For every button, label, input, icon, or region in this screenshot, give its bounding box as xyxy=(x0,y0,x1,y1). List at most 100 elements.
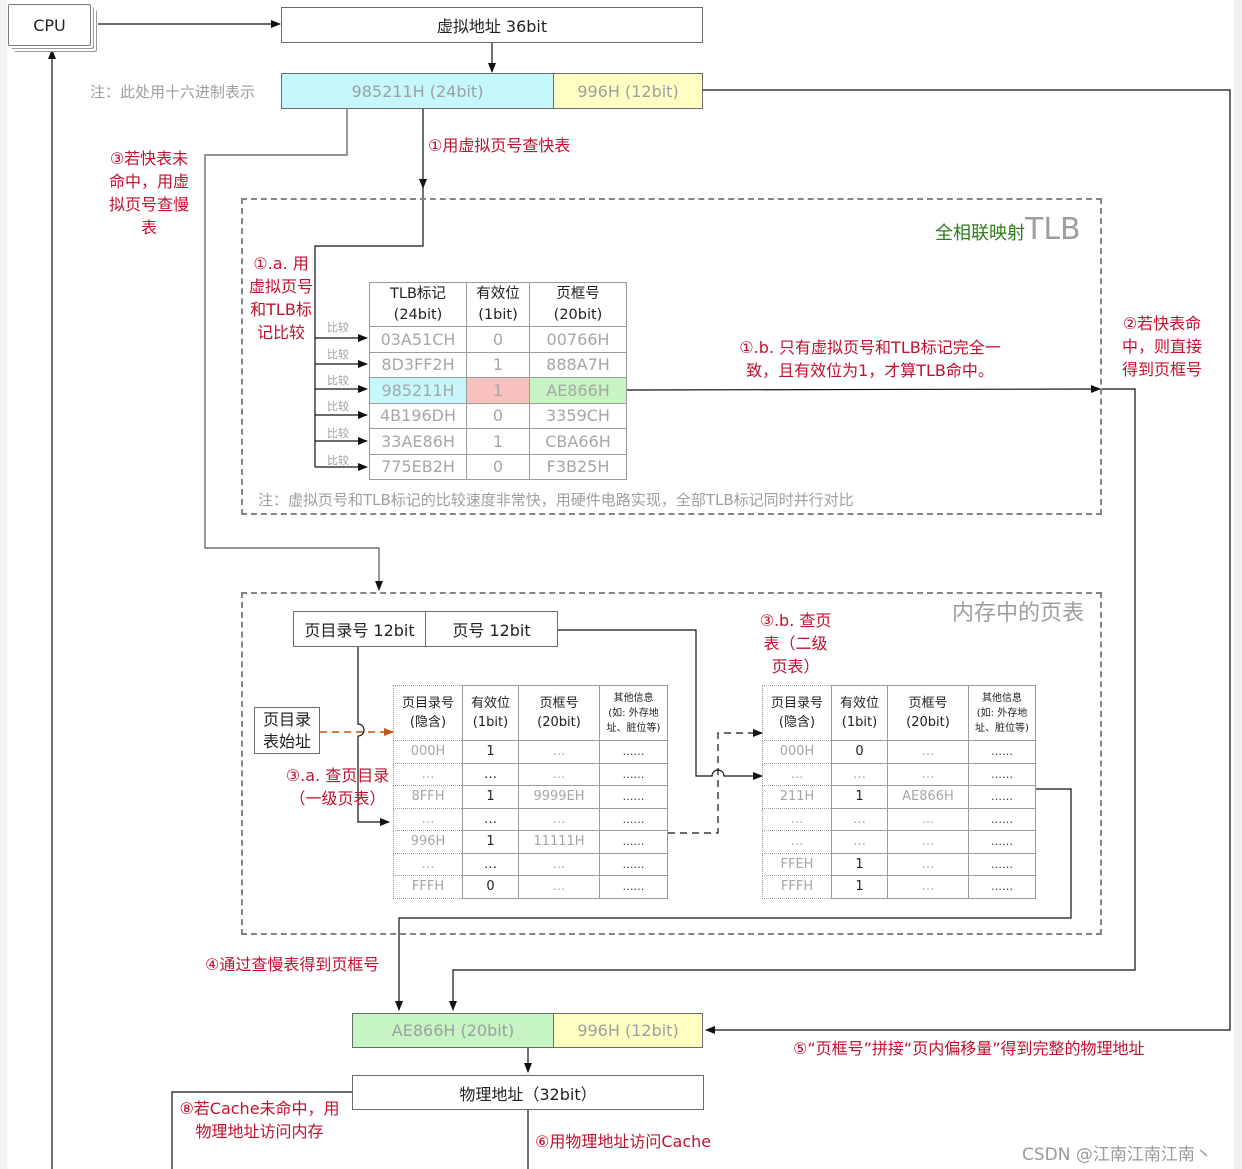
virtual-address-box: 虚拟地址 36bit xyxy=(281,7,703,43)
page-table-title: 内存中的页表 xyxy=(952,601,1085,626)
step3-line: 拟页号查慢 xyxy=(108,195,189,214)
pa-offset-box: 996H (12bit) xyxy=(553,1013,703,1048)
step1-label: ①用虚拟页号查快表 xyxy=(428,136,571,155)
dir-number-box: 页目录号 12bit xyxy=(293,611,426,647)
dir-base-line: 页目录 xyxy=(262,709,311,729)
tlb-header-frame: 页框号 (20bit) xyxy=(529,282,627,327)
step4-label: ④通过查慢表得到页框号 xyxy=(205,955,380,974)
tlb-cell: CBA66H xyxy=(529,428,627,455)
pt-cell: … xyxy=(831,762,888,786)
pt-row: 000H 0……… xyxy=(762,740,1036,764)
step2-line: ②若快表命 xyxy=(1122,314,1202,333)
step8-line: 物理地址访问内存 xyxy=(195,1122,324,1141)
tlb-row: 4B196DH 0 3359CH xyxy=(369,402,627,429)
pt-cell: 1 xyxy=(462,830,519,854)
pt-row: 000H 1……… xyxy=(393,740,668,764)
pa-offset: 996H (12bit) xyxy=(577,1021,679,1040)
tlb-row: 8D3FF2H 1 888A7H xyxy=(369,351,627,378)
pt-row: …………… xyxy=(762,830,1036,854)
physical-address-box: 物理地址（32bit） xyxy=(352,1075,704,1110)
tlb-row: 775EB2H 0 F3B25H xyxy=(369,453,627,480)
tlb-title: 全相联映射TLB xyxy=(935,212,1081,247)
tlb-cell: 888A7H xyxy=(529,351,627,378)
step3-line: 表 xyxy=(140,218,157,237)
step1b-line: 致，且有效位为1，才算TLB命中。 xyxy=(746,361,994,380)
hex-note: 注：此处用十六进制表示 xyxy=(90,83,256,101)
step8-line: ⑧若Cache未命中，用 xyxy=(179,1099,340,1118)
pt-row: FFEH 1……… xyxy=(762,852,1036,876)
pt-row: …………… xyxy=(762,762,1036,786)
step1a-line: ①.a. 用 xyxy=(253,254,309,273)
pt-cell: … xyxy=(887,762,969,786)
pt-row: 8FFH 1 9999EH…… xyxy=(393,785,668,809)
pt-row: …………… xyxy=(762,807,1036,831)
pt-cell: … xyxy=(887,740,969,764)
page-table-level2: 页目录号 (隐含) 有效位 (1bit) 页框号 (20bit) 其他信息 (如: 外存… xyxy=(762,685,1036,899)
pt-cell: …… xyxy=(599,807,668,831)
pt-cell: … xyxy=(518,875,600,899)
tlb-cell: 33AE86H xyxy=(369,428,467,455)
pt-header: 其他信息 (如: 外存地 址、脏位等) xyxy=(968,685,1036,741)
pt-row: 211H 1 AE866H…… xyxy=(762,785,1036,809)
step3b-line: 页表） xyxy=(771,657,820,676)
step3a-line: ③.a. 查页目录 xyxy=(285,766,390,785)
step2-label: ②若快表命 中，则直接 得到页框号 xyxy=(1112,312,1212,381)
step3-line: ③若快表未 xyxy=(109,149,189,168)
step2-line: 得到页框号 xyxy=(1121,360,1202,379)
pt-cell: 1 xyxy=(462,785,519,809)
cpu-box: CPU xyxy=(8,4,91,46)
pt-cell: 000H xyxy=(393,740,463,764)
tlb-cell: 1 xyxy=(466,428,530,455)
frame-number-box: AE866H (20bit) xyxy=(352,1013,554,1048)
tlb-cell: 985211H xyxy=(369,377,467,404)
pt-cell: … xyxy=(462,807,519,831)
step3-label: ③若快表未 命中，用虚 拟页号查慢 表 xyxy=(104,147,194,239)
csdn-watermark: CSDN @江南江南江南丶 xyxy=(1022,1145,1212,1165)
pt-cell: … xyxy=(887,807,969,831)
compare-label: 比较 xyxy=(327,427,349,440)
pt-cell: …… xyxy=(599,785,668,809)
step6-label: ⑥用物理地址访问Cache xyxy=(535,1132,712,1151)
pt-header: 页目录号 (隐含) xyxy=(762,685,832,741)
pt-cell: … xyxy=(831,807,888,831)
step1b-label: ①.b. 只有虚拟页号和TLB标记完全一 致，且有效位为1，才算TLB命中。 xyxy=(700,336,1040,382)
tlb-cell: 775EB2H xyxy=(369,453,467,480)
step3b-label: ③.b. 查页 表（二级 页表） xyxy=(758,609,833,678)
tlb-cell: 0 xyxy=(466,402,530,429)
pt-cell: … xyxy=(393,852,463,876)
pt-cell: 1 xyxy=(462,740,519,764)
virtual-page-number: 985211H (24bit) xyxy=(351,81,484,101)
step1a-line: 和TLB标 xyxy=(250,300,312,319)
step1a-label: ①.a. 用 虚拟页号 和TLB标 记比较 xyxy=(246,252,316,344)
pt-cell: … xyxy=(393,807,463,831)
pt-row: …………… xyxy=(393,762,668,786)
dir-base-line: 表始址 xyxy=(262,731,311,751)
dir-base-box: 页目录 表始址 xyxy=(254,707,320,754)
step3a-line: （一级页表） xyxy=(289,789,386,808)
pt-cell: … xyxy=(887,875,969,899)
pt-cell: …… xyxy=(968,762,1036,786)
pt-cell: …… xyxy=(968,807,1036,831)
pt-cell: 9999EH xyxy=(518,785,600,809)
step8-label: ⑧若Cache未命中，用 物理地址访问内存 xyxy=(172,1097,347,1143)
pt-header: 有效位 (1bit) xyxy=(462,685,519,741)
pt-cell: 1 xyxy=(831,875,888,899)
tlb-cell: 4B196DH xyxy=(369,402,467,429)
pt-cell: …… xyxy=(968,830,1036,854)
pt-header: 其他信息 (如: 外存地 址、脏位等) xyxy=(599,685,668,741)
pt-cell: FFFH xyxy=(762,875,832,899)
compare-label: 比较 xyxy=(327,321,349,334)
pt-row: FFFH 1……… xyxy=(762,875,1036,899)
tlb-cell: 3359CH xyxy=(529,402,627,429)
pt-cell: 8FFH xyxy=(393,785,463,809)
tlb-cell: 8D3FF2H xyxy=(369,351,467,378)
frame-number: AE866H (20bit) xyxy=(391,1021,515,1040)
pt-header: 页目录号 (隐含) xyxy=(393,685,463,741)
tlb-cell: AE866H xyxy=(529,377,627,404)
pt-row: …………… xyxy=(393,807,668,831)
pt-cell: FFFH xyxy=(393,875,463,899)
pt-cell: … xyxy=(393,762,463,786)
step1b-line: ①.b. 只有虚拟页号和TLB标记完全一 xyxy=(739,338,1001,357)
tlb-cell: 03A51CH xyxy=(369,326,467,353)
pt-cell: …… xyxy=(968,740,1036,764)
